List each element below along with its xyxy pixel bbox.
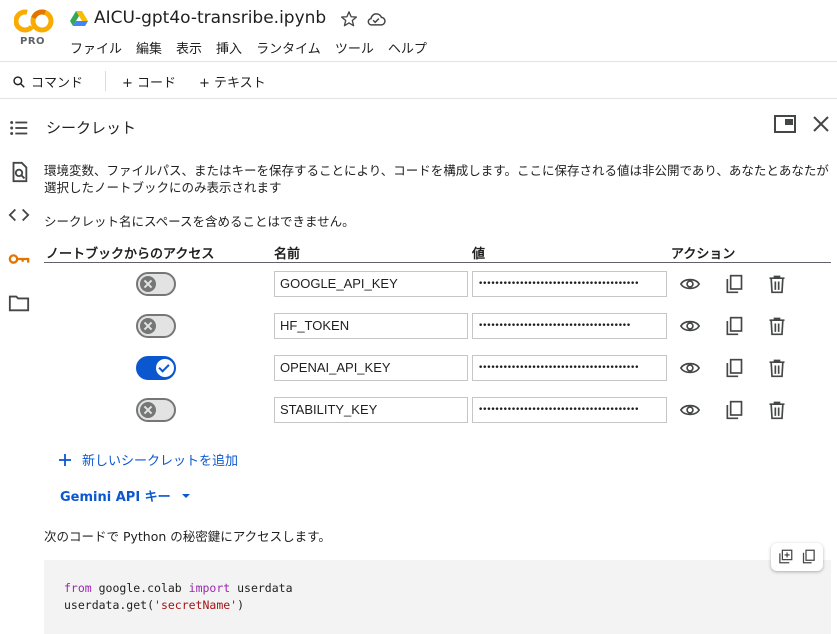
column-name: 名前	[274, 247, 301, 262]
secrets-table-header: ノートブックからのアクセス 名前 値 アクション	[44, 243, 831, 263]
secret-name-input[interactable]: HF_TOKEN	[274, 313, 468, 339]
pro-badge: PRO	[20, 36, 46, 47]
copy-icon[interactable]	[723, 274, 745, 294]
secret-row: STABILITY_KEY ••••••••••••••••••••••••••…	[44, 389, 831, 431]
notebook-title[interactable]: AICU-gpt4o-transribe.ipynb	[94, 8, 326, 28]
secret-value-input[interactable]: •••••••••••••••••••••••••••••••••••••••	[472, 397, 667, 423]
search-icon	[13, 75, 25, 88]
app-header: PRO AICU-gpt4o-transribe.ipynb ファイル 編集 表…	[0, 0, 837, 62]
colab-logo-icon	[13, 9, 54, 33]
eye-icon[interactable]	[679, 358, 701, 378]
notebook-access-toggle[interactable]	[136, 272, 176, 296]
command-label: コマンド	[31, 76, 84, 91]
gemini-api-key-dropdown[interactable]: Gemini API キー	[60, 486, 191, 505]
secret-value-input[interactable]: •••••••••••••••••••••••••••••••••••••••	[472, 355, 667, 381]
secret-value-input[interactable]: •••••••••••••••••••••••••••••••••••••	[472, 313, 667, 339]
chevron-down-icon	[181, 493, 190, 498]
menu-edit[interactable]: 編集	[136, 38, 162, 57]
eye-icon[interactable]	[679, 274, 701, 294]
code-snippets-icon[interactable]	[8, 204, 30, 226]
secret-value-input[interactable]: •••••••••••••••••••••••••••••••••••••••	[472, 271, 667, 297]
add-text-button[interactable]: + テキスト	[199, 72, 266, 91]
toggle-x-icon	[140, 402, 156, 418]
toolbar-divider	[105, 71, 106, 91]
folder-icon[interactable]	[8, 292, 30, 314]
panel-note: シークレット名にスペースを含めることはできません。	[44, 214, 355, 229]
secret-row: HF_TOKEN •••••••••••••••••••••••••••••••…	[44, 305, 831, 347]
delete-icon[interactable]	[766, 316, 788, 336]
panel-title: シークレット	[46, 119, 137, 137]
command-palette-button[interactable]: コマンド	[12, 72, 83, 91]
close-icon[interactable]	[812, 115, 830, 133]
column-value: 値	[472, 247, 486, 262]
code-intro-text: 次のコードで Python の秘密鍵にアクセスします。	[44, 529, 331, 544]
secret-row: GOOGLE_API_KEY •••••••••••••••••••••••••…	[44, 263, 831, 305]
eye-icon[interactable]	[679, 400, 701, 420]
secret-name-input[interactable]: OPENAI_API_KEY	[274, 355, 468, 381]
add-secret-label: 新しいシークレットを追加	[82, 454, 239, 469]
plus-icon	[59, 453, 71, 466]
code-line-1: from google.colab import userdata	[64, 581, 293, 595]
cloud-saved-icon[interactable]	[366, 11, 386, 27]
insert-code-icon[interactable]	[778, 549, 793, 564]
menu-runtime[interactable]: ランタイム	[256, 38, 321, 57]
eye-icon[interactable]	[679, 316, 701, 336]
snippet-actions	[771, 543, 823, 571]
copy-icon[interactable]	[801, 549, 816, 564]
menu-help[interactable]: ヘルプ	[388, 38, 427, 57]
gemini-label: Gemini API キー	[60, 490, 171, 505]
find-replace-icon[interactable]	[8, 161, 30, 183]
google-drive-icon[interactable]	[70, 11, 88, 27]
menu-tools[interactable]: ツール	[335, 38, 374, 57]
delete-icon[interactable]	[766, 274, 788, 294]
add-code-button[interactable]: + コード	[122, 72, 176, 91]
notebook-access-toggle[interactable]	[136, 356, 176, 380]
secret-name-input[interactable]: GOOGLE_API_KEY	[274, 271, 468, 297]
copy-icon[interactable]	[723, 316, 745, 336]
toolbar: コマンド + コード + テキスト	[0, 63, 837, 99]
copy-icon[interactable]	[723, 400, 745, 420]
menu-view[interactable]: 表示	[176, 38, 202, 57]
toggle-x-icon	[140, 276, 156, 292]
delete-icon[interactable]	[766, 358, 788, 378]
add-secret-button[interactable]: 新しいシークレットを追加	[58, 450, 238, 469]
notebook-access-toggle[interactable]	[136, 314, 176, 338]
notebook-access-toggle[interactable]	[136, 398, 176, 422]
toggle-x-icon	[140, 318, 156, 334]
table-of-contents-icon[interactable]	[8, 117, 30, 139]
open-in-tab-icon[interactable]	[774, 115, 796, 133]
menu-file[interactable]: ファイル	[70, 38, 122, 57]
code-snippet[interactable]: from google.colab import userdata userda…	[44, 560, 831, 634]
panel-description: 環境変数、ファイルパス、またはキーを保存することにより、コードを構成します。ここ…	[44, 163, 829, 195]
key-icon[interactable]	[8, 248, 30, 270]
code-line-2: userdata.get('secretName')	[64, 598, 245, 612]
menu-bar: ファイル 編集 表示 挿入 ランタイム ツール ヘルプ	[70, 38, 441, 57]
secret-row: OPENAI_API_KEY •••••••••••••••••••••••••…	[44, 347, 831, 389]
column-actions: アクション	[671, 247, 736, 262]
column-access: ノートブックからのアクセス	[46, 247, 215, 262]
star-icon[interactable]	[340, 10, 358, 28]
delete-icon[interactable]	[766, 400, 788, 420]
copy-icon[interactable]	[723, 358, 745, 378]
secret-name-input[interactable]: STABILITY_KEY	[274, 397, 468, 423]
colab-logo[interactable]: PRO	[13, 9, 54, 49]
menu-insert[interactable]: 挿入	[216, 38, 242, 57]
